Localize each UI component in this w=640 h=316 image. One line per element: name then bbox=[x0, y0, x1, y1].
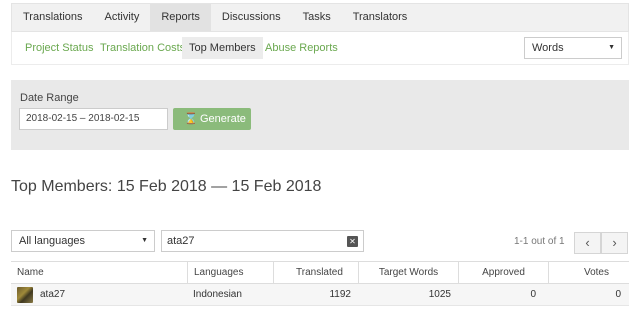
column-languages[interactable]: Languages bbox=[187, 262, 273, 283]
main-tab-bar: Translations Activity Reports Discussion… bbox=[11, 3, 629, 32]
report-sub-nav: Project Status Translation Costs Top Mem… bbox=[11, 32, 629, 65]
date-range-panel: Date Range 2018-02-15 – 2018-02-15 ⌛ Gen… bbox=[11, 80, 629, 150]
table-header: Name Languages Translated ▼ Target Words… bbox=[11, 261, 629, 298]
date-range-input[interactable]: 2018-02-15 – 2018-02-15 bbox=[19, 108, 168, 130]
tab-activity[interactable]: Activity bbox=[94, 4, 151, 31]
dropdown-arrow-icon: ▼ bbox=[141, 237, 148, 244]
column-target-words[interactable]: Target Words bbox=[358, 262, 458, 283]
next-page-button[interactable]: › bbox=[601, 232, 628, 254]
prev-page-button[interactable]: ‹ bbox=[574, 232, 601, 254]
dropdown-arrow-icon: ▼ bbox=[608, 44, 615, 51]
language-select-value: All languages bbox=[19, 235, 86, 247]
subtab-abuse-reports[interactable]: Abuse Reports bbox=[258, 37, 345, 59]
pagination-info: 1-1 out of 1 bbox=[514, 236, 565, 247]
subtab-translation-costs[interactable]: Translation Costs bbox=[93, 37, 192, 59]
column-translated[interactable]: Translated ▼ bbox=[273, 262, 358, 298]
member-search-input[interactable]: ata27 ✕ bbox=[161, 230, 364, 252]
subtab-project-status[interactable]: Project Status bbox=[18, 37, 100, 59]
hourglass-icon: ⌛ bbox=[184, 113, 198, 125]
column-votes[interactable]: Votes bbox=[548, 262, 629, 283]
tab-translations[interactable]: Translations bbox=[12, 4, 94, 31]
words-select[interactable]: Words ▼ bbox=[524, 37, 622, 59]
tab-reports[interactable]: Reports bbox=[150, 4, 211, 31]
search-value: ata27 bbox=[167, 235, 195, 247]
close-icon[interactable]: ✕ bbox=[347, 236, 358, 247]
member-name[interactable]: ata27 bbox=[40, 284, 65, 306]
tab-translators[interactable]: Translators bbox=[342, 4, 419, 31]
table-row[interactable]: ata27 Indonesian 1192 1025 0 0 bbox=[11, 284, 629, 306]
member-languages: Indonesian bbox=[193, 289, 242, 300]
member-translated: 1192 bbox=[329, 289, 351, 300]
column-translated-label: Translated bbox=[296, 267, 343, 278]
avatar bbox=[17, 287, 33, 303]
language-select[interactable]: All languages ▼ bbox=[11, 230, 155, 252]
generate-button[interactable]: ⌛ Generate bbox=[173, 108, 251, 130]
page-title: Top Members: 15 Feb 2018 — 15 Feb 2018 bbox=[11, 178, 322, 195]
tab-discussions[interactable]: Discussions bbox=[211, 4, 292, 31]
member-approved: 0 bbox=[530, 289, 536, 300]
column-approved[interactable]: Approved bbox=[458, 262, 548, 283]
generate-button-label: Generate bbox=[200, 113, 246, 125]
member-target-words: 1025 bbox=[428, 289, 451, 300]
top-members-table: Name Languages Translated ▼ Target Words… bbox=[11, 261, 629, 306]
words-select-value: Words bbox=[532, 42, 564, 54]
tab-tasks[interactable]: Tasks bbox=[292, 4, 342, 31]
date-range-label: Date Range bbox=[20, 92, 79, 104]
subtab-top-members[interactable]: Top Members bbox=[182, 37, 263, 59]
column-name[interactable]: Name bbox=[11, 262, 187, 283]
member-votes: 0 bbox=[615, 289, 621, 300]
